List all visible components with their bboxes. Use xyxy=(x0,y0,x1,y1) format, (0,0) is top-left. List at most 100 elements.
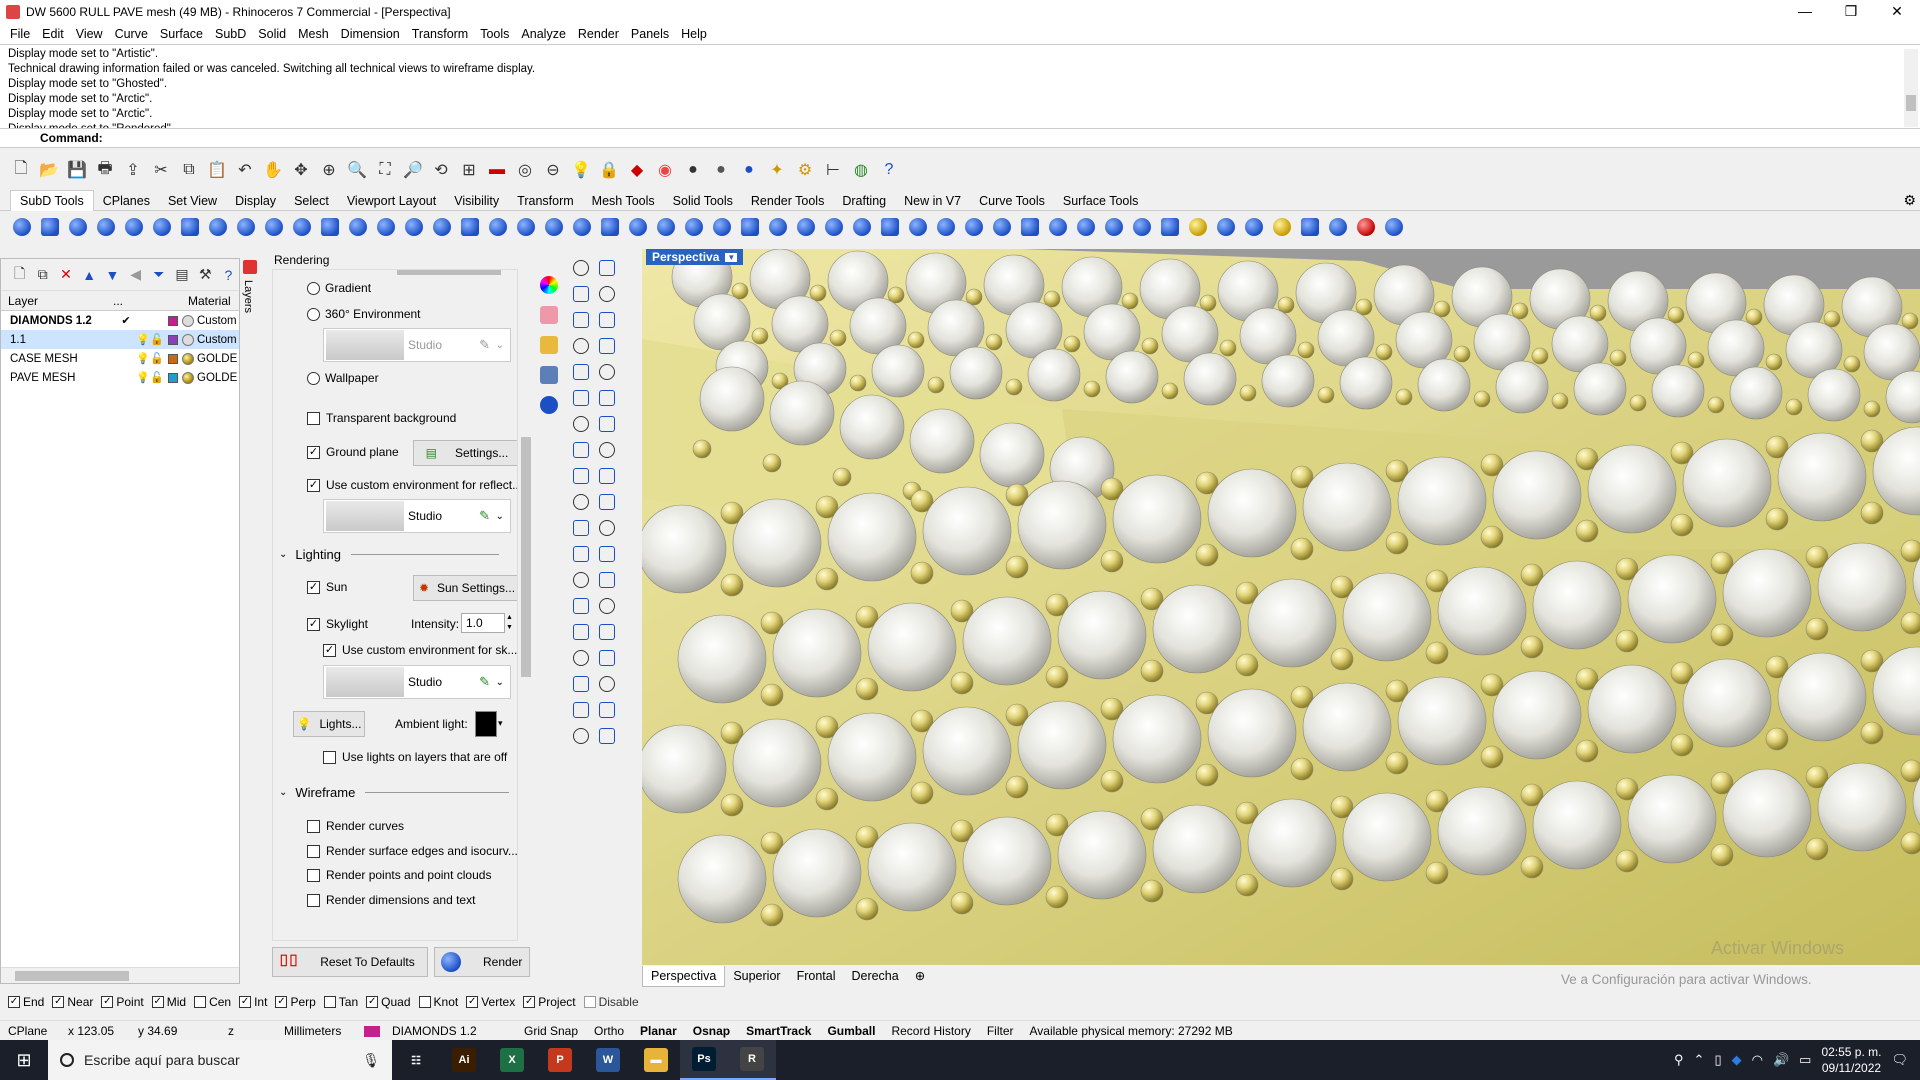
intensity-spinner[interactable]: ▲ ▼ xyxy=(506,613,513,633)
tab-surface-tools[interactable]: Surface Tools xyxy=(1054,191,1148,211)
use-lights-layers-checkbox[interactable]: Use lights on layers that are off xyxy=(323,750,507,764)
chevron-down-icon[interactable]: ▾ xyxy=(498,718,503,729)
subd-cone-icon[interactable] xyxy=(64,214,91,241)
subd-repair-icon[interactable] xyxy=(1240,214,1267,241)
osnap-point-checkbox[interactable]: ✓ Point xyxy=(101,995,144,1009)
tab-transform[interactable]: Transform xyxy=(508,191,583,211)
cplane-icon[interactable]: ▬ xyxy=(484,157,510,183)
transparent-bg-checkbox[interactable]: Transparent background xyxy=(307,411,456,425)
render-mesh-icon[interactable] xyxy=(568,645,594,671)
material-name[interactable]: Custom xyxy=(197,334,237,346)
subd-rail-icon[interactable] xyxy=(708,214,735,241)
distance-icon[interactable] xyxy=(594,671,620,697)
dimension-icon[interactable]: ⊢ xyxy=(820,157,846,183)
subd-display-icon[interactable] xyxy=(1016,214,1043,241)
subd-patch-icon[interactable] xyxy=(848,214,875,241)
subd-toggle-icon[interactable] xyxy=(1268,214,1295,241)
sun-settings-button[interactable]: ✹ Sun Settings... xyxy=(413,575,517,601)
group-icon[interactable] xyxy=(568,619,594,645)
layer-icon[interactable]: ◆ xyxy=(624,157,650,183)
ellipse-icon[interactable] xyxy=(568,333,594,359)
people-icon[interactable]: ⚲ xyxy=(1674,1052,1684,1068)
status-toggle-osnap[interactable]: Osnap xyxy=(685,1024,738,1038)
menu-tools[interactable]: Tools xyxy=(474,24,515,44)
gradient-option[interactable]: Gradient xyxy=(307,281,371,295)
subd-check-icon[interactable] xyxy=(1212,214,1239,241)
viewport-tab-derecha[interactable]: Derecha xyxy=(843,966,906,986)
ground-plane-checkbox[interactable]: ✓ Ground plane xyxy=(307,445,399,459)
subd-extrude-icon[interactable] xyxy=(400,214,427,241)
reflect-env-selector[interactable]: Studio ✎ ⌄ xyxy=(323,499,511,533)
select-icon[interactable] xyxy=(568,255,594,281)
menu-solid[interactable]: Solid xyxy=(252,24,292,44)
subd-icon[interactable] xyxy=(594,541,620,567)
add-viewport-tab-icon[interactable]: ⊕ xyxy=(907,966,933,986)
subd-inset-icon[interactable] xyxy=(624,214,651,241)
windows-start-icon[interactable]: ⊞ xyxy=(0,1040,48,1080)
subd-analyze-icon[interactable] xyxy=(1156,214,1183,241)
layer-color-swatch[interactable] xyxy=(168,315,178,326)
layers-help-icon[interactable]: ? xyxy=(218,264,239,286)
layers-horizontal-scrollbar[interactable] xyxy=(1,967,239,983)
mesh-icon[interactable] xyxy=(568,541,594,567)
revolve-icon[interactable] xyxy=(594,463,620,489)
menu-panels[interactable]: Panels xyxy=(625,24,675,44)
word-taskbar-icon[interactable]: W xyxy=(584,1040,632,1080)
subd-lock-icon[interactable] xyxy=(1352,214,1379,241)
tab-cplanes[interactable]: CPlanes xyxy=(94,191,159,211)
material-name[interactable]: GOLDEN xyxy=(197,353,237,365)
menu-file[interactable]: File xyxy=(4,24,36,44)
intensity-input[interactable]: 1.0 xyxy=(461,613,505,633)
osnap-end-checkbox[interactable]: ✓ End xyxy=(8,995,44,1009)
subd-edit-icon[interactable] xyxy=(1072,214,1099,241)
photoshop-taskbar-icon[interactable]: Ps xyxy=(680,1040,728,1080)
layer-row[interactable]: DIAMONDS 1.2 ✔ Custom xyxy=(1,311,239,330)
osnap-quad-checkbox[interactable]: ✓ Quad xyxy=(366,995,411,1009)
menu-surface[interactable]: Surface xyxy=(154,24,209,44)
layer-color-swatch[interactable] xyxy=(168,353,178,364)
subd-weld-icon[interactable] xyxy=(512,214,539,241)
render-points-checkbox[interactable]: Render points and point clouds xyxy=(307,868,491,882)
new-layer-icon[interactable]: 🗋 xyxy=(9,264,30,286)
help-icon[interactable]: ? xyxy=(876,157,902,183)
analyze-icon[interactable] xyxy=(594,619,620,645)
brush-icon[interactable] xyxy=(540,306,558,324)
control-curve-icon[interactable] xyxy=(594,281,620,307)
subd-reflect-icon[interactable] xyxy=(932,214,959,241)
subd-pipe-icon[interactable] xyxy=(820,214,847,241)
copy-icon[interactable]: ⧉ xyxy=(176,157,202,183)
menu-edit[interactable]: Edit xyxy=(36,24,70,44)
dimension-icon[interactable] xyxy=(568,567,594,593)
cplane-label[interactable]: CPlane xyxy=(0,1024,60,1038)
viewport-tab-frontal[interactable]: Frontal xyxy=(789,966,844,986)
tab-render-tools[interactable]: Render Tools xyxy=(742,191,833,211)
panel-resize-grip[interactable] xyxy=(397,270,501,275)
layer-row[interactable]: PAVE MESH 💡🔓 GOLDEN xyxy=(1,368,239,387)
arc-icon[interactable] xyxy=(594,307,620,333)
layer-color-swatch[interactable] xyxy=(168,334,178,345)
subd-box-icon[interactable] xyxy=(36,214,63,241)
lock-icon[interactable]: 🔓 xyxy=(150,371,164,384)
lock-icon[interactable]: 🔓 xyxy=(150,333,164,346)
subd-mesh-icon[interactable] xyxy=(876,214,903,241)
box-icon[interactable] xyxy=(568,437,594,463)
tab-select[interactable]: Select xyxy=(285,191,338,211)
osnap-mid-checkbox[interactable]: ✓ Mid xyxy=(151,995,186,1009)
tab-display[interactable]: Display xyxy=(226,191,285,211)
environment-icon[interactable] xyxy=(540,366,558,384)
task-view-taskbar-icon[interactable]: ☷ xyxy=(392,1040,440,1080)
menu-render[interactable]: Render xyxy=(572,24,625,44)
material-name[interactable]: GOLDEN xyxy=(197,372,237,384)
reset-defaults-button[interactable]: ⌷⌷ Reset To Defaults xyxy=(272,947,428,977)
skylight-checkbox[interactable]: ✓ Skylight xyxy=(307,617,368,631)
notifications-icon[interactable]: 🗨 xyxy=(1891,1052,1908,1068)
custom-env-sky-checkbox[interactable]: ✓ Use custom environment for sk... xyxy=(323,643,517,657)
paste-icon[interactable]: 📋 xyxy=(204,157,230,183)
solid-edit-icon[interactable] xyxy=(568,697,594,723)
menu-subd[interactable]: SubD xyxy=(209,24,252,44)
properties-icon[interactable]: ⊖ xyxy=(540,157,566,183)
menu-help[interactable]: Help xyxy=(675,24,713,44)
status-toggle-gumball[interactable]: Gumball xyxy=(819,1024,883,1038)
subd-convert-icon[interactable] xyxy=(904,214,931,241)
options-gear-icon[interactable]: ⚙ xyxy=(792,157,818,183)
